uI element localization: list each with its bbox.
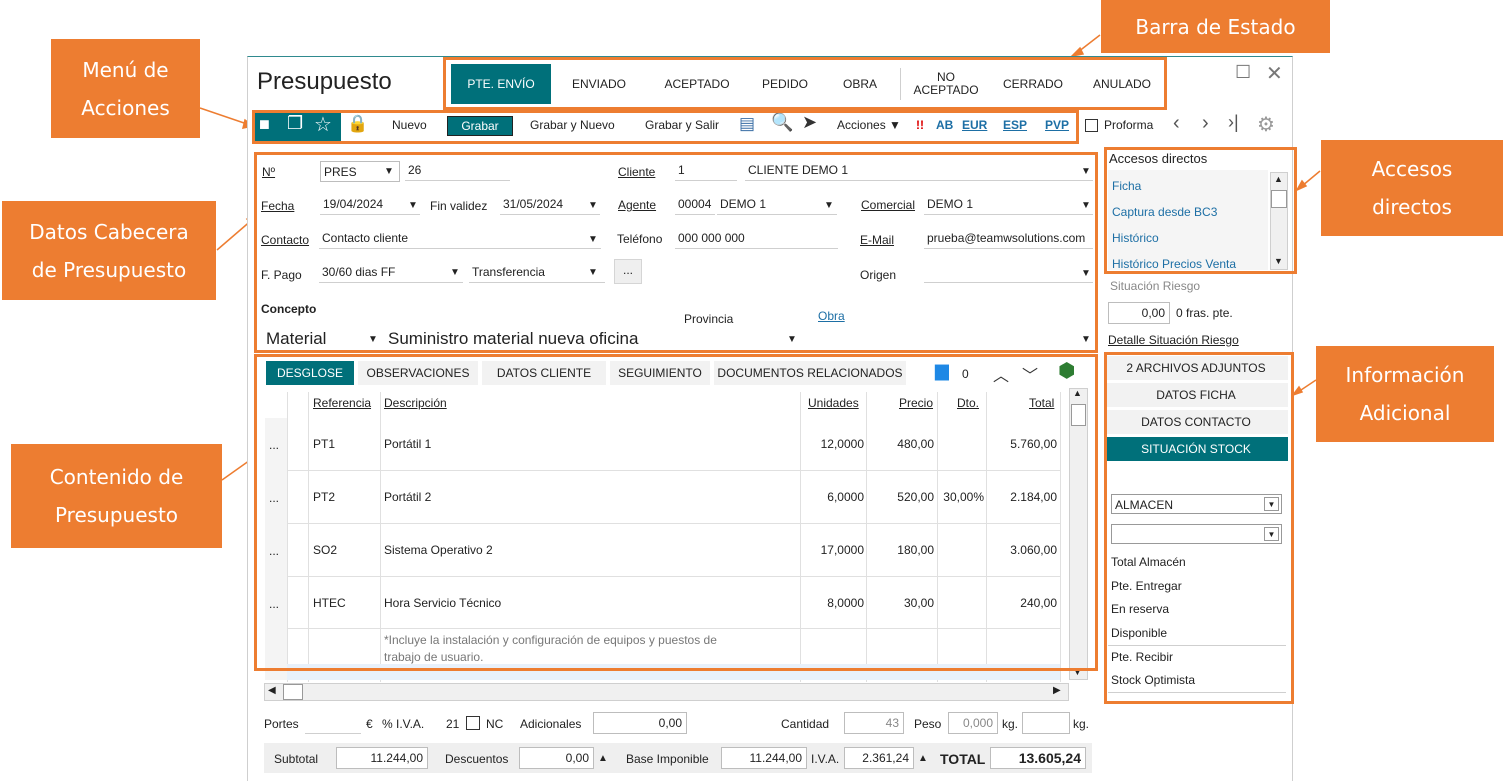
window-title: Presupuesto <box>257 68 392 95</box>
adicionales-field[interactable]: 0,00 <box>593 712 687 734</box>
iva-toggle-icon[interactable]: ▲ <box>918 753 928 764</box>
cantidad-field: 43 <box>844 712 904 734</box>
settings-icon[interactable]: ⚙ <box>1257 112 1275 137</box>
subtotal-field: 11.244,00 <box>336 747 428 769</box>
descuentos-toggle-icon[interactable]: ▲ <box>598 753 608 764</box>
prev-icon[interactable]: ‹ <box>1173 112 1180 135</box>
scroll-right-icon[interactable]: ▶ <box>1053 685 1061 696</box>
subtotal-label: Subtotal <box>274 752 319 766</box>
peso-field: 0,000 <box>948 712 998 734</box>
region-content <box>254 354 1098 671</box>
last-icon[interactable]: ›| <box>1228 112 1239 133</box>
iva-field: 2.361,24 <box>844 747 914 769</box>
region-actions-menu <box>252 110 1079 144</box>
close-icon[interactable]: ✕ <box>1266 61 1283 86</box>
nc-label: NC <box>486 717 504 731</box>
region-additional <box>1104 352 1294 704</box>
next-icon[interactable]: › <box>1202 112 1209 135</box>
peso-extra-unit: kg. <box>1073 717 1090 731</box>
proforma-label: Proforma <box>1104 118 1154 132</box>
region-shortcuts <box>1104 147 1297 274</box>
total-label: TOTAL <box>940 751 986 767</box>
peso-extra-field[interactable] <box>1022 712 1070 734</box>
base-field: 11.244,00 <box>721 747 807 769</box>
portes-field[interactable] <box>305 733 361 734</box>
descuentos-label: Descuentos <box>445 752 509 766</box>
region-status-bar <box>443 57 1167 110</box>
euro-symbol: € <box>366 717 373 731</box>
risk-detail-link[interactable]: Detalle Situación Riesgo <box>1108 333 1239 347</box>
base-label: Base Imponible <box>626 752 709 766</box>
total-field: 13.605,24 <box>990 747 1086 769</box>
nc-checkbox[interactable] <box>466 716 480 730</box>
iva-pct-label: % I.V.A. <box>382 717 425 731</box>
descuentos-field[interactable]: 0,00 <box>519 747 594 769</box>
iva-pct-value[interactable]: 21 <box>446 717 459 731</box>
risk-value: 0,00 <box>1108 302 1170 324</box>
cantidad-label: Cantidad <box>781 717 830 731</box>
portes-label: Portes <box>264 717 299 731</box>
table-hscroll-thumb[interactable] <box>283 684 303 700</box>
peso-unit: kg. <box>1002 717 1019 731</box>
scroll-left-icon[interactable]: ◀ <box>268 685 276 696</box>
adicionales-label: Adicionales <box>520 717 582 731</box>
peso-label: Peso <box>914 717 942 731</box>
region-header-data <box>254 152 1098 353</box>
table-hscroll[interactable] <box>264 683 1069 701</box>
maximize-icon[interactable]: ☐ <box>1235 62 1251 83</box>
risk-label: Situación Riesgo <box>1110 279 1201 293</box>
proforma-checkbox[interactable] <box>1085 119 1098 132</box>
risk-fras: 0 fras. pte. <box>1176 306 1233 320</box>
iva-label: I.V.A. <box>811 752 840 766</box>
